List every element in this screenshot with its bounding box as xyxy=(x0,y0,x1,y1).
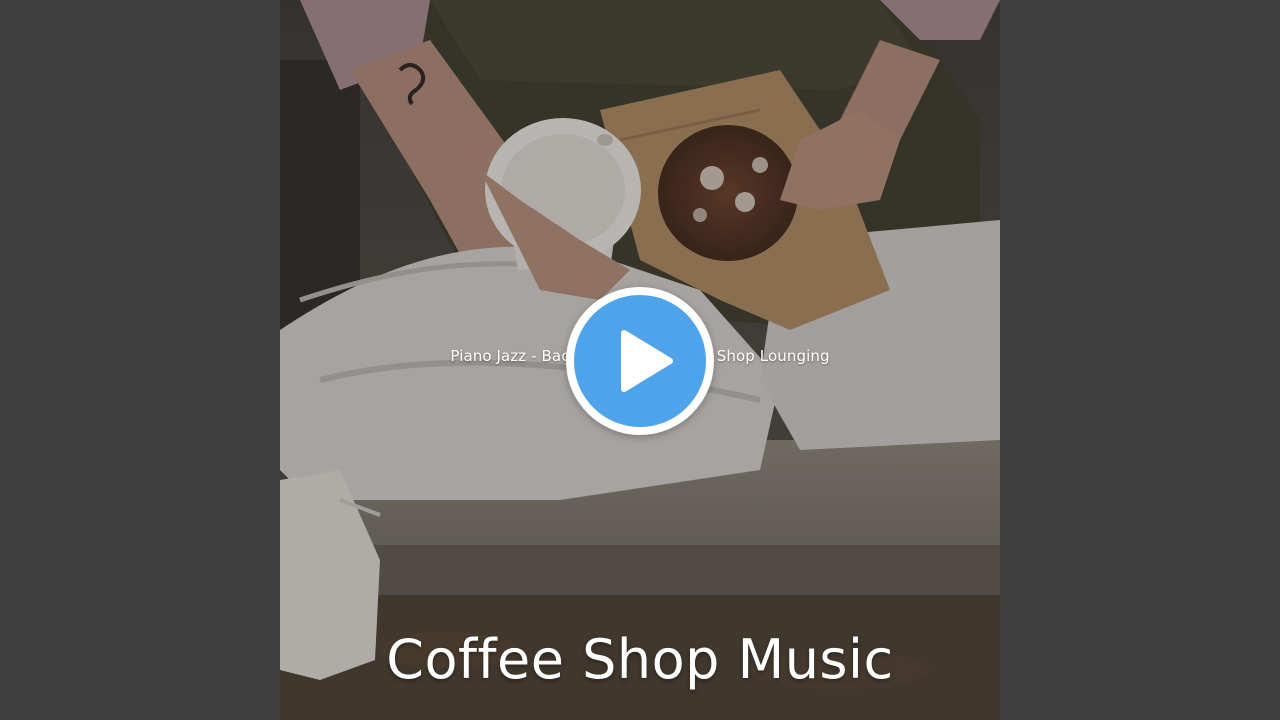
album-title: Coffee Shop Music xyxy=(386,628,894,691)
video-player[interactable]: Piano Jazz - Background for Coffee Shop … xyxy=(0,0,1280,720)
play-icon[interactable] xyxy=(574,295,706,427)
play-button[interactable] xyxy=(566,287,714,435)
play-button-circle[interactable] xyxy=(574,295,706,427)
